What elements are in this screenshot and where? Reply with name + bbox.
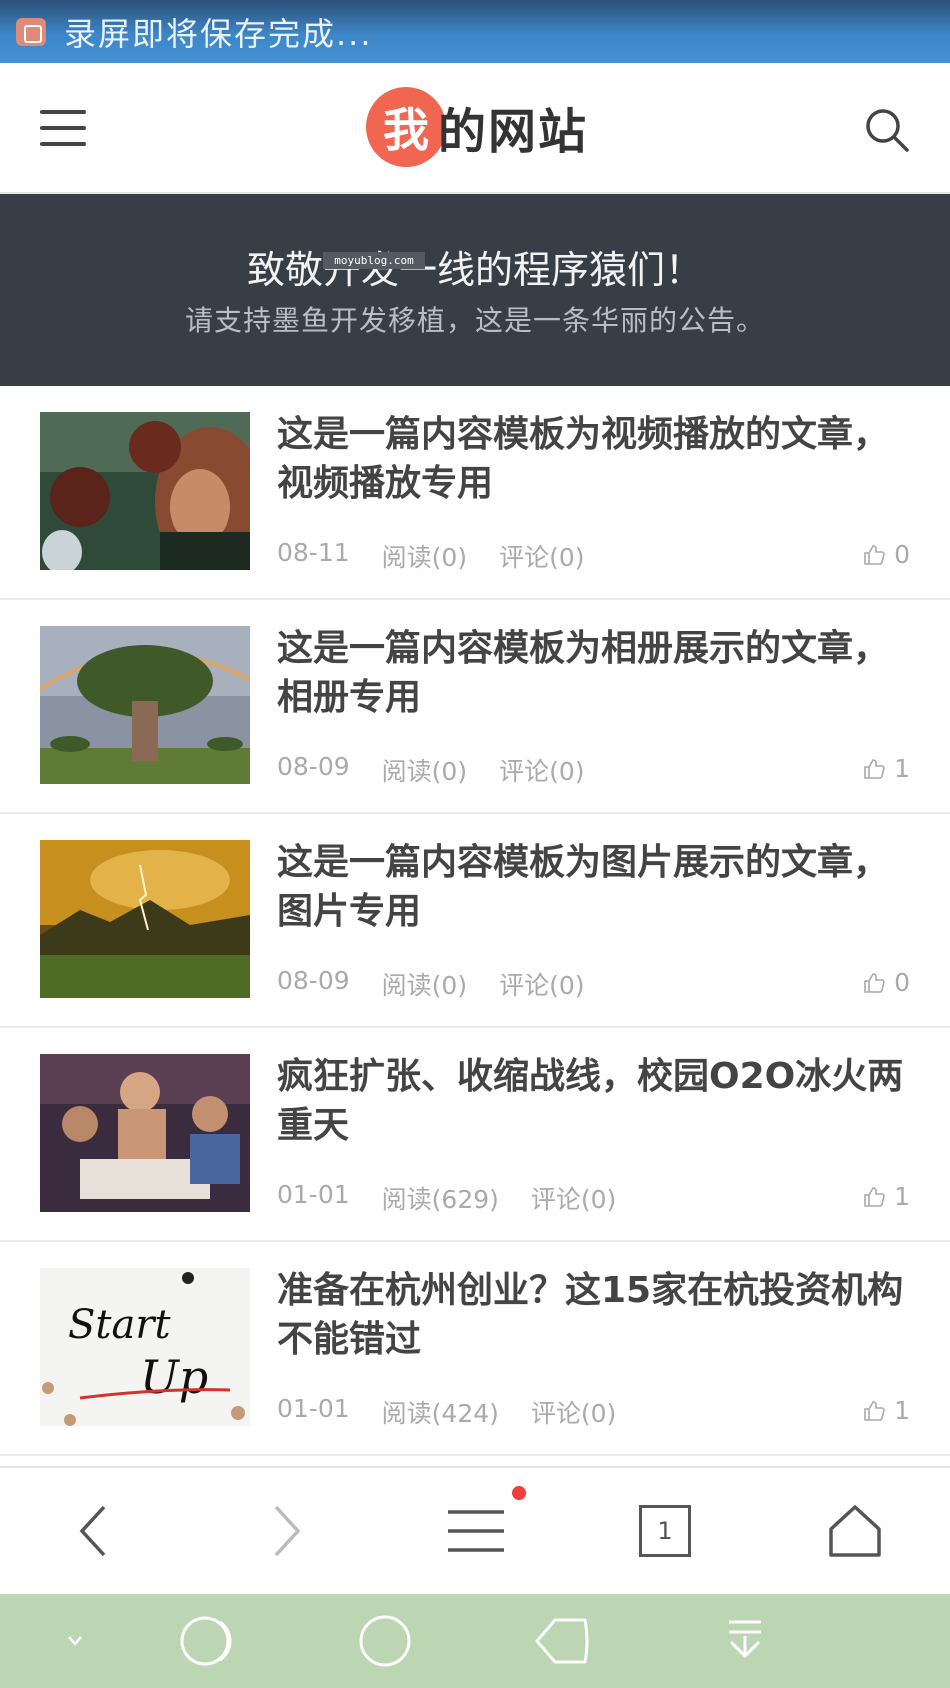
- chevron-left-icon: [79, 1505, 106, 1557]
- chevron-right-icon: [274, 1505, 301, 1557]
- article-title[interactable]: 这是一篇内容模板为相册展示的文章，相册专用: [277, 624, 917, 722]
- like-button[interactable]: 1: [862, 1396, 910, 1425]
- tab-count: 1: [657, 1517, 673, 1545]
- article-comments: 评论(0): [530, 1399, 617, 1428]
- like-count: 0: [894, 968, 910, 997]
- home-button[interactable]: [795, 1468, 915, 1594]
- article-date: 01-01: [277, 1180, 350, 1209]
- forward-button[interactable]: [226, 1468, 346, 1594]
- status-bar: 录屏即将保存完成...: [0, 0, 950, 63]
- article-item[interactable]: 这是一篇内容模板为视频播放的文章，视频播放专用 08-11 阅读(0) 评论(0…: [0, 386, 950, 600]
- back-nav-button[interactable]: [507, 1594, 617, 1688]
- pull-down-icon: [729, 1620, 761, 1659]
- article-reads: 阅读(0): [381, 543, 468, 572]
- site-logo[interactable]: 我 的网站: [366, 87, 588, 167]
- notification-dot: [512, 1486, 526, 1500]
- article-thumbnail[interactable]: [40, 626, 250, 784]
- album-thumbnail-image: [40, 626, 250, 784]
- notice-subtitle: 请支持墨鱼开发移植，这是一条华丽的公告。: [184, 304, 765, 337]
- article-comments: 评论(0): [530, 1185, 617, 1214]
- thumbs-up-icon: [864, 1186, 885, 1207]
- article-date: 08-09: [277, 752, 350, 781]
- search-button[interactable]: [864, 107, 910, 153]
- startup-thumbnail-image: Start Up: [40, 1268, 250, 1426]
- back-nav-icon: [535, 1618, 589, 1664]
- article-title[interactable]: 准备在杭州创业？这15家在杭投资机构不能错过: [277, 1266, 917, 1364]
- video-thumbnail-image: [40, 412, 250, 570]
- thumbs-up-icon: [864, 544, 885, 565]
- home-circle-icon: [359, 1615, 411, 1667]
- article-meta: 08-09 阅读(0) 评论(0): [277, 966, 617, 1002]
- like-button[interactable]: 1: [862, 1182, 910, 1211]
- startup-word-start: Start: [68, 1302, 171, 1348]
- site-header: 我 的网站: [0, 63, 950, 194]
- article-comments: 评论(0): [499, 971, 585, 1000]
- recent-apps-button[interactable]: [153, 1594, 263, 1688]
- startup-word-up: Up: [140, 1350, 208, 1404]
- logo-badge: 我: [366, 87, 446, 167]
- browser-toolbar: 1: [0, 1466, 950, 1594]
- article-meta: 01-01 阅读(424) 评论(0): [277, 1394, 648, 1430]
- party-thumbnail-image: [40, 1054, 250, 1212]
- article-meta: 01-01 阅读(629) 评论(0): [277, 1180, 648, 1216]
- photo-thumbnail-image: [40, 840, 250, 998]
- article-reads: 阅读(0): [381, 971, 468, 1000]
- screen-record-icon: [16, 17, 46, 46]
- hide-nav-button[interactable]: [20, 1594, 130, 1688]
- article-comments: 评论(0): [499, 543, 585, 572]
- menu-button[interactable]: [40, 110, 86, 146]
- article-title[interactable]: 疯狂扩张、收缩战线，校园O2O冰火两重天: [277, 1052, 917, 1150]
- home-nav-button[interactable]: [330, 1594, 440, 1688]
- hamburger-line: [40, 110, 86, 114]
- article-meta: 08-11 阅读(0) 评论(0): [277, 538, 617, 574]
- hamburger-line: [40, 142, 86, 146]
- like-button[interactable]: 0: [862, 540, 910, 569]
- article-thumbnail[interactable]: Start Up: [40, 1268, 250, 1426]
- watermark: moyublog.com: [323, 252, 425, 269]
- system-nav-bar: [0, 1594, 950, 1688]
- like-count: 1: [894, 754, 910, 783]
- article-reads: 阅读(0): [381, 757, 468, 786]
- article-date: 01-01: [277, 1394, 350, 1423]
- like-button[interactable]: 0: [862, 968, 910, 997]
- article-title[interactable]: 这是一篇内容模板为视频播放的文章，视频播放专用: [277, 410, 917, 508]
- thumbs-up-icon: [864, 1400, 885, 1421]
- article-item[interactable]: Start Up 准备在杭州创业？这15家在杭投资机构不能错过 01-01 阅读…: [0, 1242, 950, 1456]
- notice-title: 致敬开发一线的程序猿们！: [246, 248, 703, 292]
- article-item[interactable]: 这是一篇内容模板为相册展示的文章，相册专用 08-09 阅读(0) 评论(0) …: [0, 600, 950, 814]
- logo-text: 的网站: [438, 104, 589, 160]
- hamburger-line: [40, 126, 86, 130]
- search-icon: [866, 109, 909, 152]
- article-comments: 评论(0): [499, 757, 585, 786]
- like-count: 0: [894, 540, 910, 569]
- like-count: 1: [894, 1396, 910, 1425]
- article-title[interactable]: 这是一篇内容模板为图片展示的文章，图片专用: [277, 838, 917, 936]
- thumbs-up-icon: [864, 972, 885, 993]
- like-button[interactable]: 1: [862, 754, 910, 783]
- recent-apps-icon: [180, 1616, 232, 1666]
- article-reads: 阅读(629): [381, 1185, 499, 1214]
- like-count: 1: [894, 1182, 910, 1211]
- article-reads: 阅读(424): [381, 1399, 499, 1428]
- article-item[interactable]: 这是一篇内容模板为图片展示的文章，图片专用 08-09 阅读(0) 评论(0) …: [0, 814, 950, 1028]
- article-item[interactable]: 疯狂扩张、收缩战线，校园O2O冰火两重天 01-01 阅读(629) 评论(0)…: [0, 1028, 950, 1242]
- article-thumbnail[interactable]: [40, 412, 250, 570]
- article-thumbnail[interactable]: [40, 1054, 250, 1212]
- article-date: 08-09: [277, 966, 350, 995]
- status-text: 录屏即将保存完成...: [64, 14, 373, 53]
- tabs-icon: 1: [639, 1505, 691, 1557]
- article-list: 这是一篇内容模板为视频播放的文章，视频播放专用 08-11 阅读(0) 评论(0…: [0, 386, 950, 1456]
- home-icon: [829, 1505, 881, 1557]
- article-meta: 08-09 阅读(0) 评论(0): [277, 752, 617, 788]
- article-thumbnail[interactable]: [40, 840, 250, 998]
- article-date: 08-11: [277, 538, 350, 567]
- chevron-down-icon: [68, 1636, 82, 1646]
- notice-banner: 致敬开发一线的程序猿们！ moyublog.com 请支持墨鱼开发移植，这是一条…: [0, 194, 950, 386]
- tabs-button[interactable]: 1: [605, 1468, 725, 1594]
- menu-lines-icon: [448, 1510, 504, 1552]
- back-button[interactable]: [34, 1468, 154, 1594]
- notification-pull-button[interactable]: [690, 1594, 800, 1688]
- thumbs-up-icon: [864, 758, 885, 779]
